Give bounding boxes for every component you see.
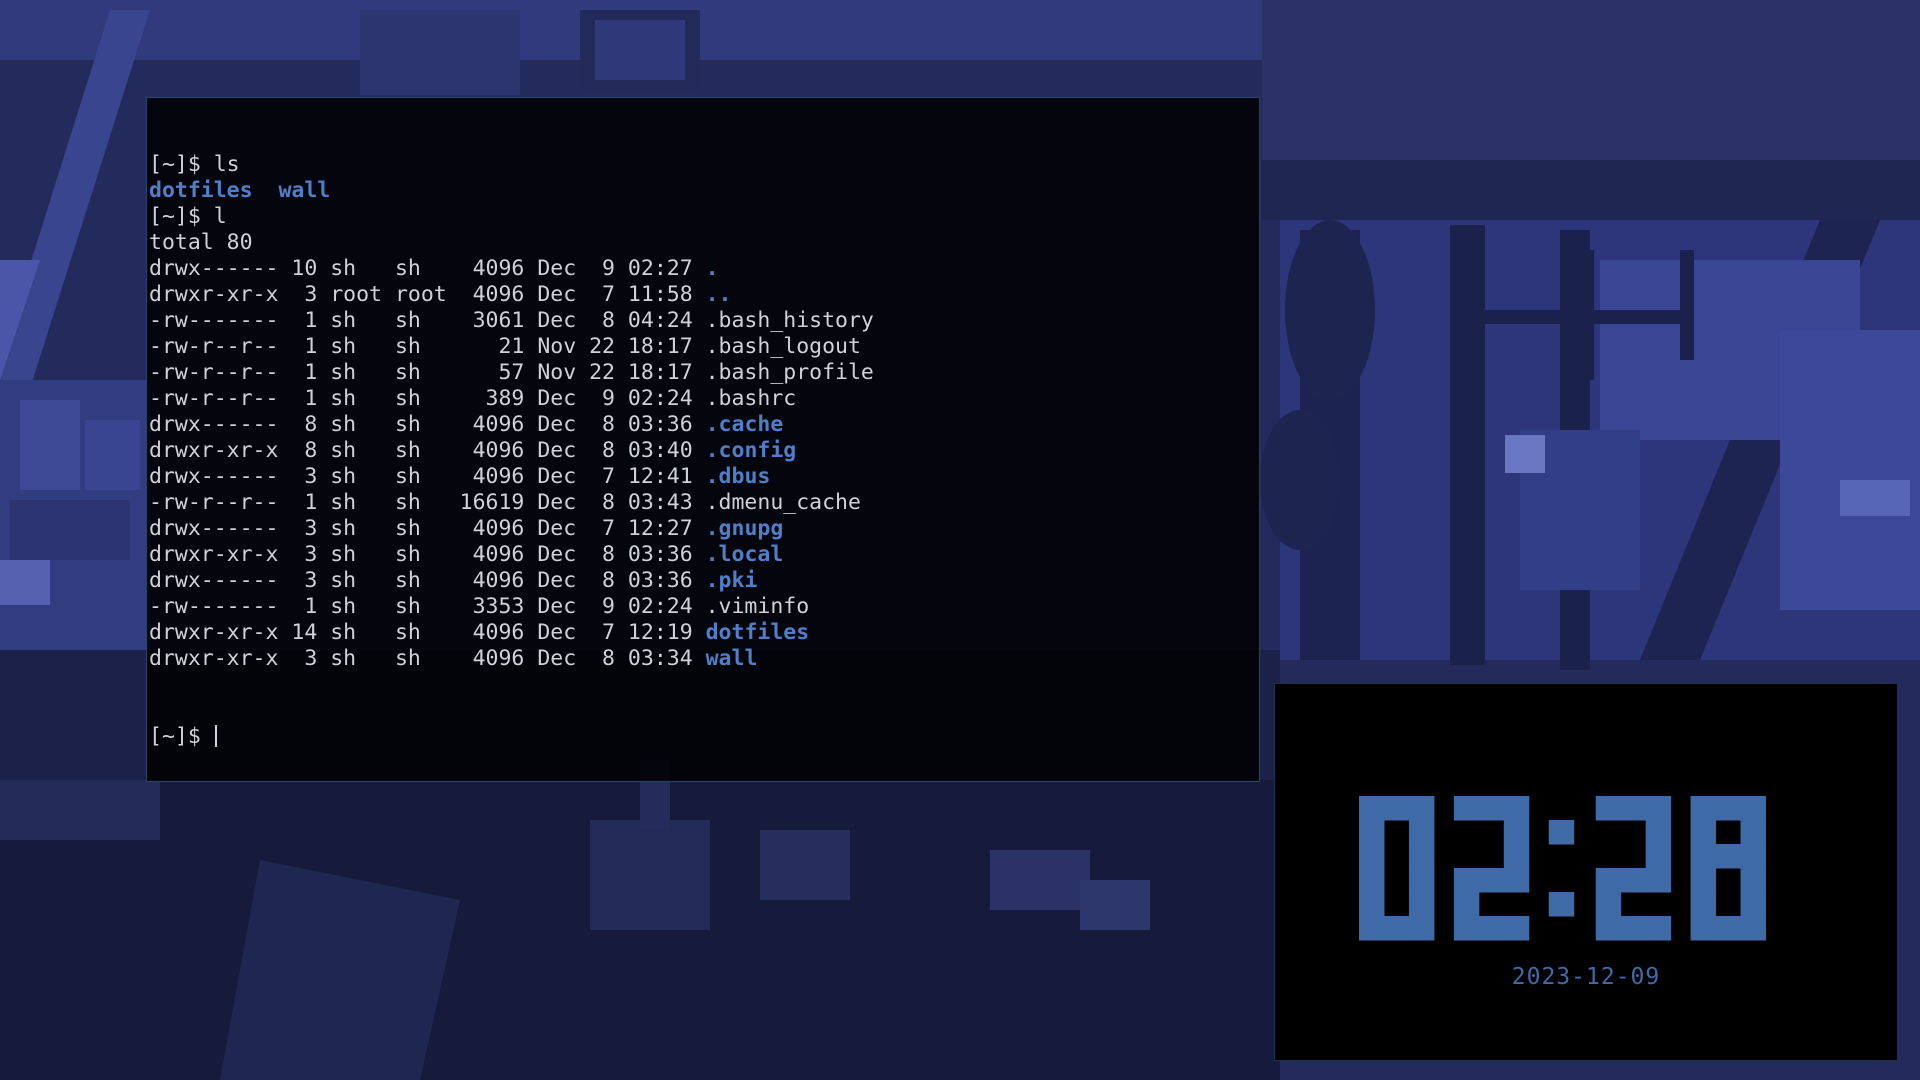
terminal-line: -rw------- 1 sh sh 3353 Dec 9 02:24 .vim… [149,594,1259,620]
terminal-line: dotfiles wall [149,178,1259,204]
terminal-text: drwxr-xr-x 8 sh sh 4096 Dec 8 03:40 [149,438,706,463]
terminal-text: drwx------ 3 sh sh 4096 Dec 7 12:27 [149,516,706,541]
terminal-line: -rw------- 1 sh sh 3061 Dec 8 04:24 .bas… [149,308,1259,334]
clock-widget: 2023-12-09 [1274,683,1898,1061]
terminal-highlight-text: .local [705,542,784,567]
terminal-text: -rw-r--r-- 1 sh sh 389 Dec 9 02:24 .bash… [149,386,797,411]
terminal-highlight-text: .pki [705,568,758,593]
terminal-line: drwx------ 3 sh sh 4096 Dec 7 12:41 .dbu… [149,464,1259,490]
terminal-highlight-text: dotfiles [705,620,810,645]
terminal-line: drwxr-xr-x 14 sh sh 4096 Dec 7 12:19 dot… [149,620,1259,646]
terminal-text: -rw------- 1 sh sh 3061 Dec 8 04:24 .bas… [149,308,874,333]
clock-time [1359,796,1766,941]
terminal-text: drwx------ 8 sh sh 4096 Dec 8 03:36 [149,412,706,437]
terminal-line: drwx------ 8 sh sh 4096 Dec 8 03:36 .cac… [149,412,1259,438]
terminal-highlight-text: .config [705,438,797,463]
terminal-line: -rw-r--r-- 1 sh sh 16619 Dec 8 03:43 .dm… [149,490,1259,516]
terminal-line: [~]$ ls [149,152,1259,178]
terminal-line: [~]$ l [149,204,1259,230]
clock-colon [1548,820,1575,917]
terminal-prompt-line[interactable]: [~]$ [149,724,1259,750]
terminal-line: drwxr-xr-x 3 sh sh 4096 Dec 8 03:36 .loc… [149,542,1259,568]
terminal-text: drwx------ 10 sh sh 4096 Dec 9 02:27 [149,256,706,281]
terminal-text: -rw------- 1 sh sh 3353 Dec 9 02:24 .vim… [149,594,810,619]
terminal-text: drwxr-xr-x 3 sh sh 4096 Dec 8 03:34 [149,646,706,671]
terminal-output: [~]$ ls dotfiles wall [~]$ l total 80 drwx--… [149,152,1259,672]
terminal-line: drwx------ 10 sh sh 4096 Dec 9 02:27 . [149,256,1259,282]
terminal-text: drwx------ 3 sh sh 4096 Dec 8 03:36 [149,568,706,593]
terminal-text: [~]$ ls [149,152,240,177]
terminal-highlight-text: . [705,256,719,281]
terminal-text: drwxr-xr-x 3 sh sh 4096 Dec 8 03:36 [149,542,706,567]
terminal-text: drwxr-xr-x 14 sh sh 4096 Dec 7 12:19 [149,620,706,645]
terminal-highlight-text: .gnupg [705,516,784,541]
clock-digit [1595,796,1672,941]
terminal-text: -rw-r--r-- 1 sh sh 57 Nov 22 18:17 .bash… [149,360,874,385]
clock-digit [1453,796,1530,941]
terminal-highlight-text: .cache [705,412,784,437]
terminal-highlight-text: wall [705,646,758,671]
terminal-line: drwxr-xr-x 3 sh sh 4096 Dec 8 03:34 wall [149,646,1259,672]
terminal-line: drwxr-xr-x 3 root root 4096 Dec 7 11:58 … [149,282,1259,308]
terminal-highlight-text: .dbus [705,464,771,489]
terminal-prompt: [~]$ [149,724,214,749]
terminal-line: drwx------ 3 sh sh 4096 Dec 7 12:27 .gnu… [149,516,1259,542]
terminal-line: -rw-r--r-- 1 sh sh 389 Dec 9 02:24 .bash… [149,386,1259,412]
terminal-text: -rw-r--r-- 1 sh sh 21 Nov 22 18:17 .bash… [149,334,861,359]
terminal-cursor [214,725,217,747]
terminal-highlight-text: dotfiles [149,178,253,203]
terminal-window[interactable]: [~]$ ls dotfiles wall [~]$ l total 80 drwx--… [146,97,1260,782]
terminal-text: drwx------ 3 sh sh 4096 Dec 7 12:41 [149,464,706,489]
terminal-line: -rw-r--r-- 1 sh sh 21 Nov 22 18:17 .bash… [149,334,1259,360]
terminal-line: total 80 [149,230,1259,256]
terminal-line: drwx------ 3 sh sh 4096 Dec 8 03:36 .pki [149,568,1259,594]
clock-digit [1359,796,1435,941]
terminal-line: -rw-r--r-- 1 sh sh 57 Nov 22 18:17 .bash… [149,360,1259,386]
terminal-line: drwxr-xr-x 8 sh sh 4096 Dec 8 03:40 .con… [149,438,1259,464]
terminal-text: total 80 [149,230,253,255]
terminal-highlight-text: .. [705,282,732,307]
terminal-highlight-text: wall [278,178,331,203]
terminal-text: -rw-r--r-- 1 sh sh 16619 Dec 8 03:43 .dm… [149,490,861,515]
clock-digit [1690,796,1766,941]
terminal-text: [~]$ l [149,204,227,229]
clock-date: 2023-12-09 [1511,964,1661,990]
terminal-text: drwxr-xr-x 3 root root 4096 Dec 7 11:58 [149,282,706,307]
